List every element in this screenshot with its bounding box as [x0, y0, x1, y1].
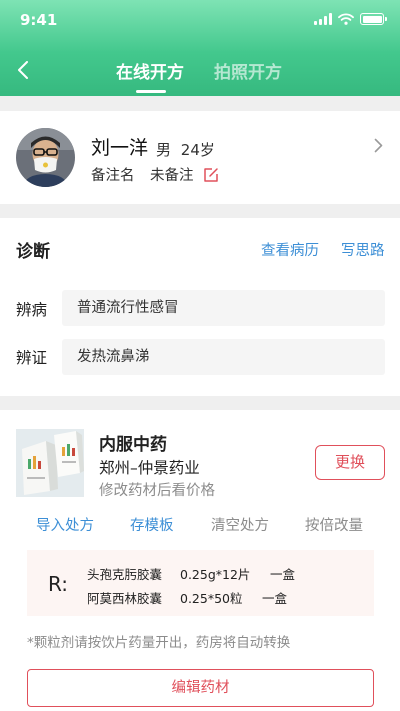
- drug-row: 阿莫西林胶囊 0.25*50粒 一盒: [87, 588, 367, 606]
- drug-quantity: 一盒: [262, 591, 288, 606]
- status-bar: 9:41: [0, 0, 400, 40]
- tab-online-prescription[interactable]: 在线开方: [116, 58, 184, 83]
- tab-photo-prescription[interactable]: 拍照开方: [214, 58, 282, 83]
- clear-prescription-button[interactable]: 清空处方: [211, 514, 269, 535]
- drug-spec: 0.25*50粒: [180, 591, 243, 606]
- diagnosis-title: 诊断: [16, 242, 50, 262]
- save-template-button[interactable]: 存模板: [130, 514, 174, 535]
- status-time: 9:41: [20, 11, 58, 29]
- drug-quantity: 一盒: [270, 567, 296, 582]
- drug-row: 头孢克肟胶囊 0.25g*12片 一盒: [87, 564, 367, 582]
- patient-name: 刘一洋: [91, 137, 149, 159]
- price-hint: 修改药材后看价格: [99, 483, 215, 499]
- battery-icon: [360, 13, 387, 25]
- drug-spec: 0.25g*12片: [180, 567, 251, 582]
- active-tab-indicator: [136, 90, 166, 93]
- patient-gender: 男: [156, 141, 172, 159]
- remark-label: 备注名: [91, 168, 135, 184]
- granule-conversion-note: *颗粒剂请按饮片药量开出，药房将自动转换: [27, 635, 291, 651]
- prescription-card: 内服中药 郑州–仲景药业 修改药材后看价格 更换 导入处方 存模板 清空处方 按…: [0, 410, 400, 711]
- drug-name: 头孢克肟胶囊: [87, 567, 163, 582]
- write-notes-link[interactable]: 写思路: [341, 239, 385, 260]
- rx-symbol: R:: [48, 572, 69, 596]
- tab-bar: 在线开方 拍照开方: [0, 54, 400, 96]
- patient-gender-age: 男 24岁: [156, 139, 215, 160]
- pharmacy-name: 郑州–仲景药业: [99, 459, 200, 477]
- drug-name: 阿莫西林胶囊: [87, 591, 163, 606]
- diagnosis-card: 诊断 查看病历 写思路 辨病 普通流行性感冒 辨证 发热流鼻涕: [0, 218, 400, 396]
- patient-card[interactable]: 刘一洋 男 24岁 备注名 未备注: [0, 111, 400, 204]
- change-pharmacy-button[interactable]: 更换: [315, 445, 385, 480]
- edit-icon[interactable]: [203, 167, 219, 183]
- status-icons: [314, 13, 387, 25]
- prescription-drug-list: R: 头孢克肟胶囊 0.25g*12片 一盒 阿莫西林胶囊 0.25*50粒 一…: [27, 550, 374, 616]
- view-history-link[interactable]: 查看病历: [261, 239, 319, 260]
- import-prescription-button[interactable]: 导入处方: [36, 514, 94, 535]
- signal-icon: [314, 13, 332, 25]
- disease-label: 辨病: [16, 301, 48, 319]
- syndrome-label: 辨证: [16, 349, 48, 367]
- patient-age: 24岁: [180, 141, 215, 159]
- medicine-package-image: [16, 429, 84, 497]
- prescription-type: 内服中药: [99, 435, 167, 455]
- scale-dosage-button[interactable]: 按倍改量: [305, 514, 363, 535]
- disease-field[interactable]: 普通流行性感冒: [62, 290, 385, 326]
- chevron-right-icon[interactable]: [374, 138, 383, 153]
- syndrome-field[interactable]: 发热流鼻涕: [62, 339, 385, 375]
- edit-medicines-button[interactable]: 编辑药材: [27, 669, 374, 707]
- wifi-icon: [338, 13, 354, 25]
- app-header: 9:41 在线开方 拍照开方: [0, 0, 400, 96]
- avatar: [16, 128, 75, 187]
- remark-value: 未备注: [150, 168, 194, 184]
